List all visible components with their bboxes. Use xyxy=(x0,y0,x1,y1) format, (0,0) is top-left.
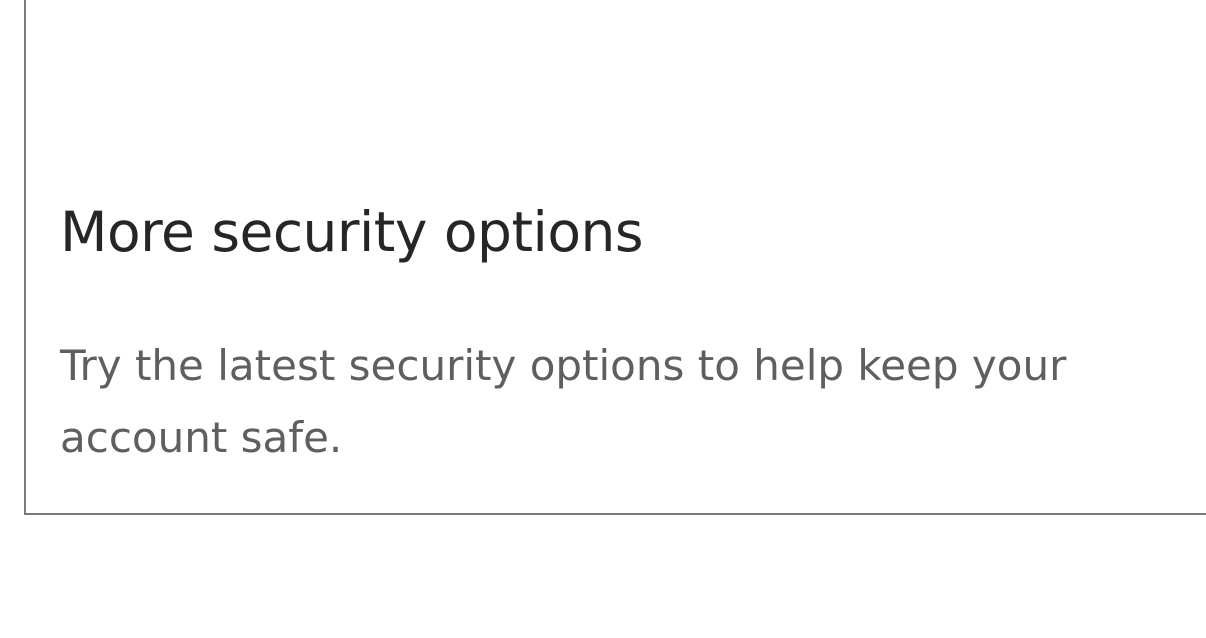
card-description: Try the latest security options to help … xyxy=(60,341,1067,462)
card-title: More security options xyxy=(60,200,643,264)
